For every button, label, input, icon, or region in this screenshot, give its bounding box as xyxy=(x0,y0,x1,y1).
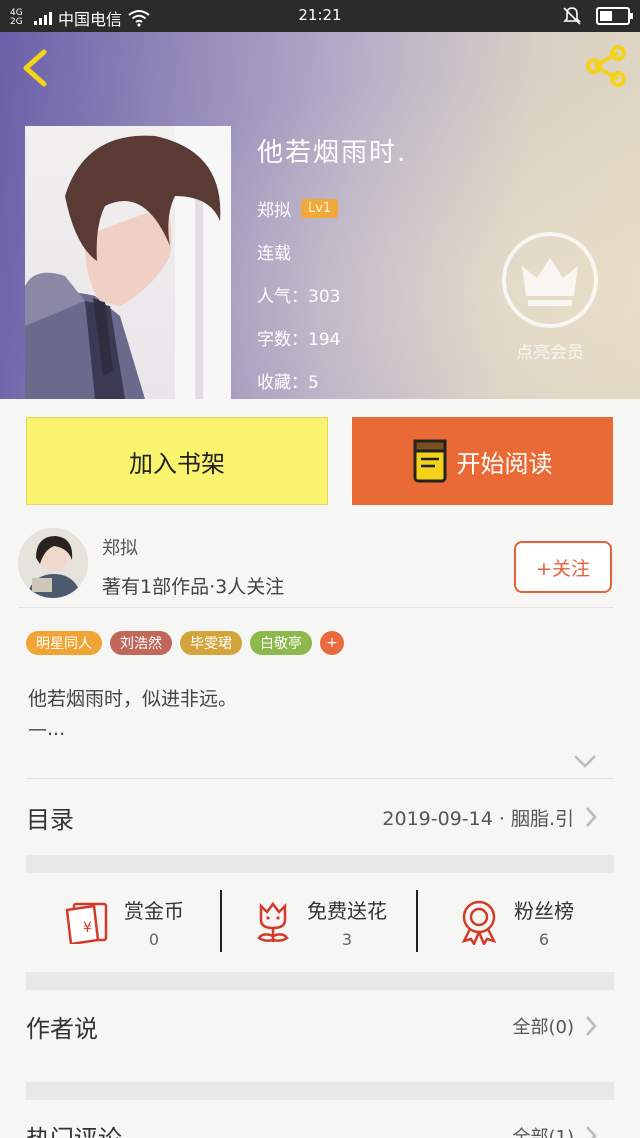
hot-comments-row[interactable]: 热门评论 全部(1) xyxy=(26,1106,614,1138)
tag-list: 明星同人 刘浩然 毕雯珺 白敬亭 + xyxy=(26,631,344,655)
author-name[interactable]: 郑拟 xyxy=(102,534,138,560)
reward-coins[interactable]: ¥ 赏金币 0 xyxy=(26,872,222,972)
chevron-right-icon xyxy=(586,1126,597,1138)
section-gap xyxy=(26,855,614,873)
battery-icon xyxy=(596,7,633,25)
status-bar: 4G 2G 中国电信 21:21 xyxy=(0,0,640,32)
author-description: 著有1部作品·3人关注 xyxy=(102,576,285,598)
send-flower[interactable]: 免费送花 3 xyxy=(222,872,418,972)
clock: 21:21 xyxy=(298,6,342,24)
tag-item[interactable]: 刘浩然 xyxy=(110,631,172,655)
intro-line: —... xyxy=(28,718,66,740)
add-tag-button[interactable]: + xyxy=(320,631,344,655)
red-envelope-icon: ¥ xyxy=(65,902,108,944)
flower-icon xyxy=(257,901,289,942)
book-info: 他若烟雨时. 郑拟 Lv1 连载 人气：303 字数：194 收藏：5 xyxy=(257,132,407,399)
stat-value: 6 xyxy=(538,930,550,949)
tag-item[interactable]: 白敬亭 xyxy=(250,631,312,655)
chevron-right-icon xyxy=(586,807,597,827)
divider xyxy=(26,778,614,779)
section-gap xyxy=(26,1082,614,1100)
stat-name: 赏金币 xyxy=(124,899,184,923)
fan-ranking[interactable]: 粉丝榜 6 xyxy=(418,872,614,972)
book-header: 他若烟雨时. 郑拟 Lv1 连载 人气：303 字数：194 收藏：5 点亮会员 xyxy=(0,32,640,399)
book-author[interactable]: 郑拟 xyxy=(257,196,291,221)
stats-row: ¥ 赏金币 0 免费送花 3 粉丝榜 6 xyxy=(26,872,614,972)
vip-badge[interactable]: 点亮会员 xyxy=(498,230,602,363)
tag-item[interactable]: 明星同人 xyxy=(26,631,102,655)
author-avatar[interactable] xyxy=(18,528,88,598)
back-arrow-icon[interactable] xyxy=(18,48,52,88)
follow-button[interactable]: +关注 xyxy=(514,541,612,593)
add-to-shelf-label: 加入书架 xyxy=(129,449,225,478)
crown-icon xyxy=(502,232,598,328)
latest-chapter: 2019-09-14 · 胭脂.引 xyxy=(382,807,574,830)
book-intro: 他若烟雨时，似进非远。 —... xyxy=(28,684,237,744)
popularity: 人气：303 xyxy=(257,287,341,307)
author-says-all: 全部(0) xyxy=(512,1017,575,1038)
stat-name: 粉丝榜 xyxy=(514,899,574,923)
add-to-shelf-button[interactable]: 加入书架 xyxy=(26,417,328,505)
share-icon[interactable] xyxy=(582,42,630,90)
section-gap xyxy=(26,972,614,990)
level-badge: Lv1 xyxy=(301,199,339,218)
vip-label: 点亮会员 xyxy=(516,343,584,363)
svg-text:¥: ¥ xyxy=(83,920,92,936)
author-says-row[interactable]: 作者说 全部(0) xyxy=(26,996,614,1056)
tag-item[interactable]: 毕雯珺 xyxy=(180,631,242,655)
stat-value: 3 xyxy=(341,930,353,949)
bell-muted-icon xyxy=(563,7,581,25)
catalog-row[interactable]: 目录 2019-09-14 · 胭脂.引 xyxy=(26,790,614,844)
word-count: 字数：194 xyxy=(257,330,341,350)
start-reading-label: 开始阅读 xyxy=(456,449,553,478)
hot-comments-all: 全部(1) xyxy=(512,1127,575,1138)
stat-name: 免费送花 xyxy=(307,899,387,923)
stat-value: 0 xyxy=(148,930,160,949)
author-says-label: 作者说 xyxy=(26,1014,98,1043)
serial-status: 连载 xyxy=(257,244,291,264)
chevron-right-icon xyxy=(586,1016,597,1036)
cover-portrait xyxy=(25,126,231,399)
favorites-count: 收藏：5 xyxy=(257,373,319,393)
medal-icon xyxy=(461,900,497,945)
catalog-label: 目录 xyxy=(26,805,74,834)
hot-comments-label: 热门评论 xyxy=(26,1119,122,1138)
start-reading-button[interactable]: 开始阅读 xyxy=(352,417,613,505)
book-title: 他若烟雨时. xyxy=(257,138,408,168)
author-card: 郑拟 著有1部作品·3人关注 +关注 xyxy=(18,528,614,608)
expand-chevron-icon[interactable] xyxy=(572,752,598,770)
intro-line: 他若烟雨时，似进非远。 xyxy=(28,688,238,710)
book-icon xyxy=(413,439,446,483)
book-cover[interactable] xyxy=(25,126,231,399)
